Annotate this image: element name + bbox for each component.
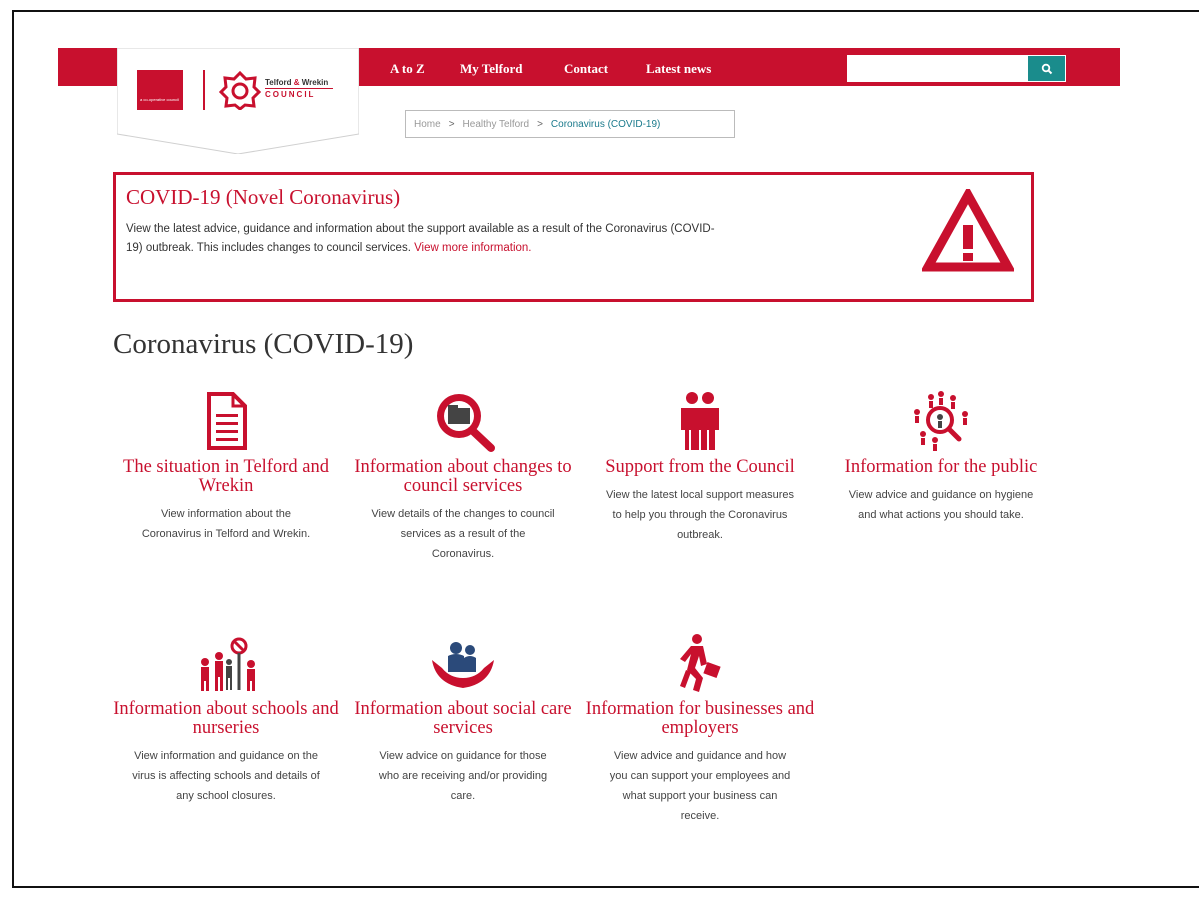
logo-panel[interactable]: a co-operative council Telford & Wrekin … <box>117 48 359 154</box>
alert-more-link[interactable]: View more information <box>414 242 528 254</box>
alert-body: View the latest advice, guidance and inf… <box>126 220 726 258</box>
nav-item-a-to-z[interactable]: A to Z <box>390 61 425 77</box>
breadcrumb: Home > Healthy Telford > Coronavirus (CO… <box>405 110 735 138</box>
alert-title: COVID-19 (Novel Coronavirus) <box>126 185 401 209</box>
warning-icon <box>922 189 1014 272</box>
search-button[interactable] <box>1027 55 1066 82</box>
document-icon <box>207 392 247 450</box>
tile-title[interactable]: Information about changes to council ser… <box>348 458 578 496</box>
tile-situation[interactable]: The situation in Telford and Wrekin View… <box>111 382 341 544</box>
search-input[interactable] <box>847 55 1027 82</box>
tile-title[interactable]: Information for businesses and employers <box>585 700 815 738</box>
tile-description: View details of the changes to council s… <box>371 508 555 560</box>
tile-council-support[interactable]: Support from the Council View the latest… <box>585 382 815 545</box>
tile-description: View advice on guidance for those who ar… <box>378 750 548 802</box>
tile-social-care[interactable]: Information about social care services V… <box>348 624 578 806</box>
tile-title[interactable]: Information for the public <box>826 458 1056 477</box>
page-title: Coronavirus (COVID-19) <box>113 328 414 360</box>
breadcrumb-home[interactable]: Home <box>414 119 441 130</box>
council-badge-icon <box>219 70 261 110</box>
school-children-icon <box>201 637 255 691</box>
tile-title[interactable]: The situation in Telford and Wrekin <box>111 458 341 496</box>
breadcrumb-current: Coronavirus (COVID-19) <box>550 118 661 130</box>
tile-title[interactable]: Information about social care services <box>348 700 578 738</box>
council-name-line2: COUNCIL <box>265 90 316 99</box>
tile-schools[interactable]: Information about schools and nurseries … <box>111 624 341 806</box>
breadcrumb-separator: > <box>448 118 455 130</box>
tile-council-services[interactable]: Information about changes to council ser… <box>348 382 578 564</box>
tile-public[interactable]: Information for the public View advice a… <box>826 382 1056 525</box>
nav-item-contact[interactable]: Contact <box>564 61 608 77</box>
nav-item-my-telford[interactable]: My Telford <box>460 61 522 77</box>
council-name-line1: Telford & Wrekin <box>265 78 329 87</box>
public-search-icon <box>914 391 968 451</box>
tile-title[interactable]: Support from the Council <box>585 458 815 477</box>
alert-link-suffix: . <box>528 242 532 254</box>
search-icon <box>1041 63 1052 74</box>
people-support-icon <box>681 392 719 450</box>
logo-divider <box>203 70 205 110</box>
breadcrumb-separator: > <box>537 118 543 130</box>
tile-description: View information and guidance on the vir… <box>132 750 320 802</box>
logo-tagline: a co-operative council <box>140 97 179 102</box>
care-hands-icon <box>432 642 494 688</box>
breadcrumb-healthy-telford[interactable]: Healthy Telford <box>463 119 530 130</box>
logo-underline <box>265 88 333 89</box>
nav-item-latest-news[interactable]: Latest news <box>646 61 711 77</box>
covid-alert-box: COVID-19 (Novel Coronavirus) View the la… <box>113 172 1034 302</box>
tile-description: View information about the Coronavirus i… <box>141 508 311 540</box>
tile-description: View advice and guidance on hygiene and … <box>848 489 1034 521</box>
business-person-icon <box>680 634 721 692</box>
tile-title[interactable]: Information about schools and nurseries <box>111 700 341 738</box>
tile-description: View the latest local support measures t… <box>605 489 795 541</box>
search-folder-icon <box>437 394 495 452</box>
tile-description: View advice and guidance and how you can… <box>609 750 791 822</box>
tile-businesses[interactable]: Information for businesses and employers… <box>585 624 815 826</box>
cooperative-logo: a co-operative council <box>137 70 183 110</box>
